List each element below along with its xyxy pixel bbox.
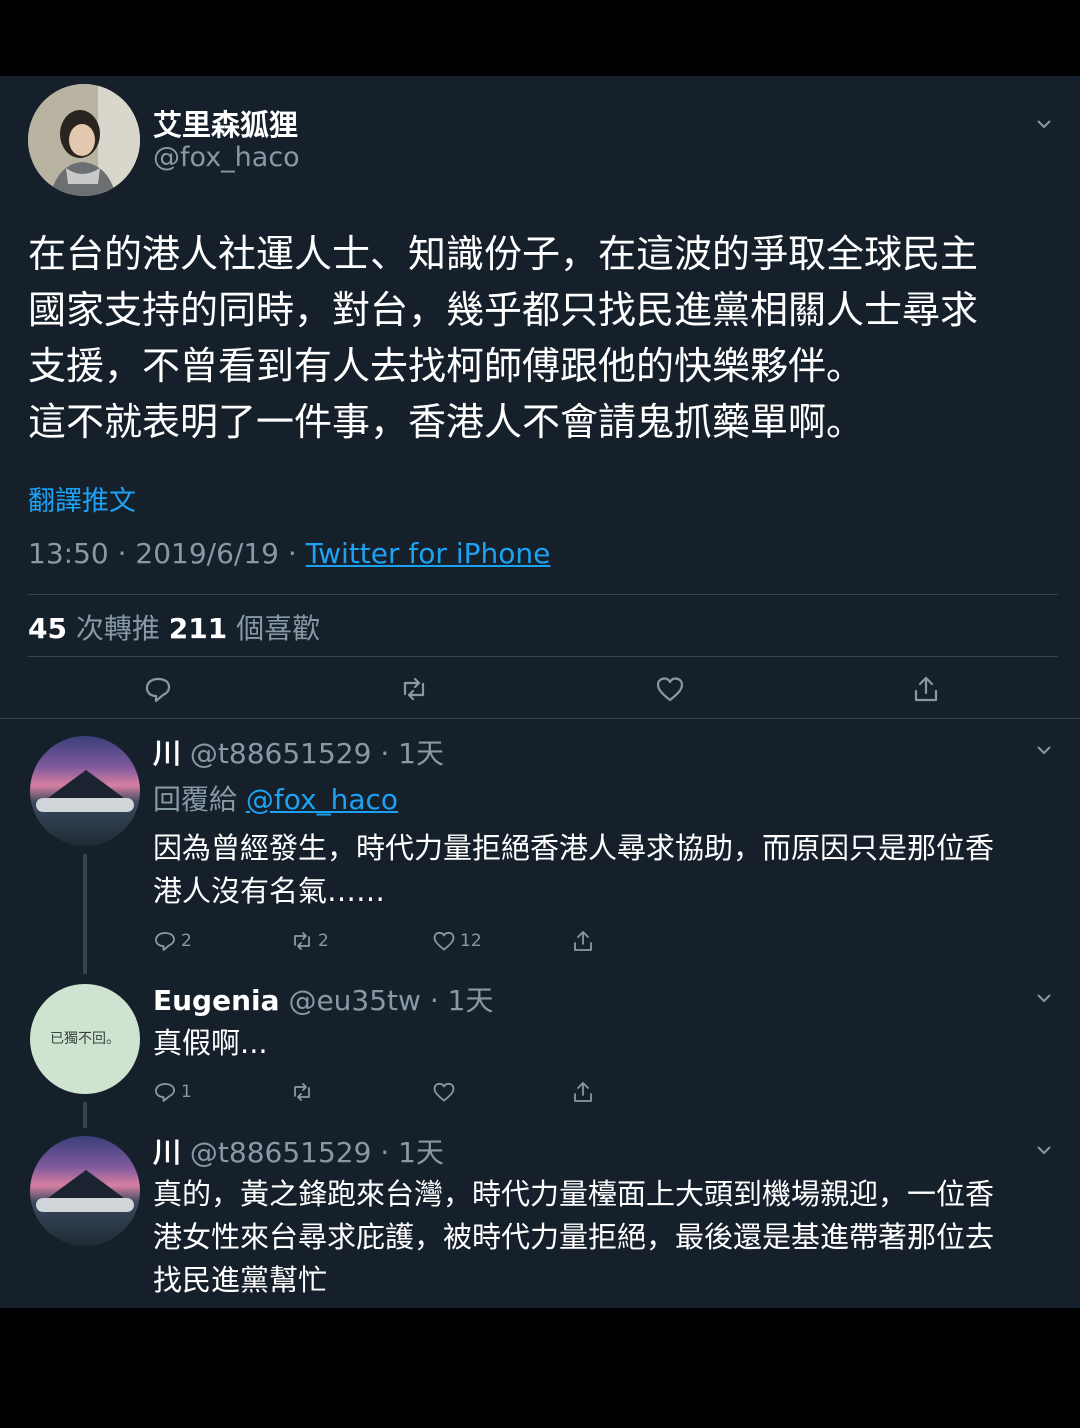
reply-header: Eugenia @eu35tw · 1天 [153, 979, 493, 1019]
heart-icon[interactable] [655, 674, 685, 704]
tweet-stats: 45 次轉推 211 個喜歡 [28, 607, 320, 647]
tweet-text: 在台的港人社運人士、知識份子，在這波的爭取全球民主 國家支持的同時，對台，幾乎都… [28, 232, 979, 444]
thread-line [83, 854, 87, 974]
reply-header: 川 @t88651529 · 1天 [153, 1131, 444, 1171]
reply-text: 真假啊... [153, 1026, 268, 1060]
reply-author-name[interactable]: Eugenia [153, 984, 280, 1017]
replying-to-label: 回覆給 [153, 783, 246, 816]
reply-avatar[interactable]: 已獨不回。 [30, 984, 140, 1094]
likes-label[interactable]: 個喜歡 [227, 612, 320, 645]
reply-header: 川 @t88651529 · 1天 [153, 732, 444, 772]
reply-count: 1 [181, 1082, 192, 1102]
heart-icon [433, 1082, 455, 1102]
reply-text: 真的，黃之鋒跑來台灣，時代力量檯面上大頭到機場親迎，一位香 港女性來台尋求庇護，… [153, 1177, 995, 1297]
avatar-signature: 已獨不回。 [50, 1031, 120, 1047]
reply-time: · 1天 [371, 1136, 444, 1169]
reply-icon[interactable] [143, 674, 173, 704]
reply-author-name[interactable]: 川 [153, 1136, 181, 1169]
tweet-detail-screen: 艾里森狐狸 @fox_haco 在台的港人社運人士、知識份子，在這波的爭取全球民… [0, 76, 1080, 1308]
like-count: 12 [460, 931, 482, 951]
reply-button[interactable]: 2 [153, 929, 192, 953]
replying-to-mention[interactable]: @fox_haco [246, 783, 398, 816]
chevron-down-icon[interactable] [1034, 740, 1054, 760]
tweet-source-link[interactable]: Twitter for iPhone [306, 537, 551, 570]
reply-count: 2 [181, 931, 192, 951]
author-name[interactable]: 艾里森狐狸 [153, 102, 298, 144]
share-button[interactable] [571, 929, 595, 953]
chevron-down-icon[interactable] [1034, 114, 1054, 134]
tweet-meta: 13:50 · 2019/6/19 · Twitter for iPhone [28, 537, 550, 570]
tweet-timestamp: 13:50 · 2019/6/19 · [28, 537, 306, 570]
replying-to: 回覆給 @fox_haco [153, 778, 398, 818]
author-handle[interactable]: @fox_haco [153, 142, 300, 173]
share-icon [574, 931, 592, 951]
divider [28, 656, 1058, 657]
retweets-count[interactable]: 45 [28, 612, 67, 645]
reply-avatar[interactable] [30, 1136, 140, 1246]
retweet-button[interactable]: 2 [290, 929, 329, 953]
translate-tweet-link[interactable]: 翻譯推文 [28, 479, 136, 518]
retweet-count: 2 [318, 931, 329, 951]
like-button[interactable]: 12 [432, 929, 482, 953]
heart-icon [433, 931, 455, 951]
retweet-icon [294, 932, 310, 950]
retweets-label[interactable]: 次轉推 [67, 612, 169, 645]
reply-button[interactable]: 1 [153, 1080, 192, 1104]
chevron-down-icon[interactable] [1034, 988, 1054, 1008]
retweet-icon [294, 1083, 310, 1101]
reply-text: 因為曾經發生，時代力量拒絕香港人尋求協助，而原因只是那位香 港人沒有名氣…… [153, 831, 995, 908]
share-button[interactable] [571, 1080, 595, 1104]
thread-line [83, 1102, 87, 1128]
divider [0, 718, 1080, 719]
share-icon[interactable] [911, 674, 941, 704]
reply-time: · 1天 [420, 984, 494, 1017]
reply-author-handle[interactable]: @eu35tw [288, 984, 420, 1017]
share-icon [574, 1082, 592, 1102]
reply-author-name[interactable]: 川 [153, 737, 181, 770]
reply-avatar[interactable] [30, 736, 140, 846]
reply-author-handle[interactable]: @t88651529 [190, 737, 372, 770]
retweet-icon[interactable] [399, 674, 429, 704]
likes-count[interactable]: 211 [169, 612, 227, 645]
divider [28, 594, 1058, 595]
chevron-down-icon[interactable] [1034, 1140, 1054, 1160]
reply-author-handle[interactable]: @t88651529 [190, 1136, 372, 1169]
reply-icon [155, 1083, 175, 1102]
reply-time: · 1天 [371, 737, 444, 770]
retweet-button[interactable] [290, 1080, 314, 1104]
reply-icon [155, 932, 175, 951]
like-button[interactable] [432, 1080, 456, 1104]
author-avatar[interactable] [28, 84, 140, 196]
